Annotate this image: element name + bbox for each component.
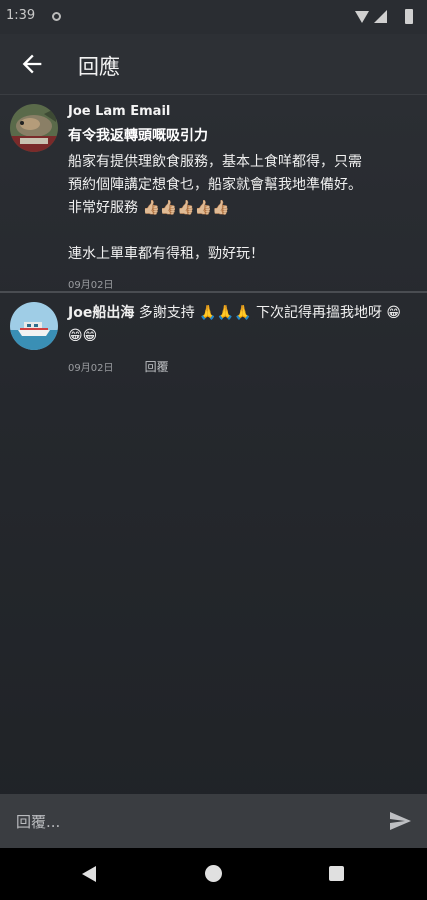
comment-meta: 09月02日 bbox=[68, 276, 413, 291]
status-time: 1:39 bbox=[6, 8, 36, 23]
avatar[interactable] bbox=[10, 104, 58, 152]
comment-body: Joe船出海 多謝支持 🙏🙏🙏 下次記得再搵我地呀 😁😁😁 09月02日 回覆 bbox=[68, 302, 413, 375]
comment-title: 有令我返轉頭嘅吸引力 bbox=[68, 128, 208, 144]
comment-body: Joe Lam Email 有令我返轉頭嘅吸引力 船家有提供理飲食服務，基本上食… bbox=[68, 104, 413, 291]
nav-back-icon[interactable] bbox=[82, 866, 96, 882]
comment-meta: 09月02日 回覆 bbox=[68, 358, 413, 375]
comment-author: Joe船出海 bbox=[68, 305, 135, 321]
avatar-boat-image bbox=[10, 302, 58, 350]
reply-button[interactable]: 回覆 bbox=[145, 358, 169, 375]
send-icon bbox=[390, 812, 411, 830]
avatar-fish-image bbox=[10, 104, 58, 152]
nav-recents-icon[interactable] bbox=[329, 866, 344, 881]
comment-text: Joe船出海 多謝支持 🙏🙏🙏 下次記得再搵我地呀 😁😁😁 bbox=[68, 302, 413, 348]
battery-icon bbox=[405, 9, 413, 24]
comment-line: 非常好服務 👍🏼👍🏼👍🏼👍🏼👍🏼 bbox=[68, 200, 230, 216]
wifi-icon bbox=[355, 11, 369, 23]
comment-author: Joe Lam Email bbox=[68, 104, 171, 119]
arrow-left-icon bbox=[22, 54, 42, 74]
avatar[interactable] bbox=[10, 302, 58, 350]
back-button[interactable] bbox=[18, 50, 46, 78]
send-button[interactable] bbox=[387, 809, 413, 833]
comment-text: 船家有提供理飲食服務，基本上食咩都得，只需 預約個陣講定想食乜，船家就會幫我地準… bbox=[68, 151, 413, 266]
signal-icon bbox=[374, 10, 387, 23]
reply-input[interactable] bbox=[14, 804, 368, 840]
comment-date: 09月02日 bbox=[68, 363, 114, 374]
comment-date: 09月02日 bbox=[68, 280, 114, 291]
status-bar: 1:39 bbox=[0, 0, 427, 34]
notification-icon bbox=[52, 12, 61, 21]
top-app-bar: 回應 bbox=[0, 34, 427, 95]
reply-bar bbox=[0, 794, 427, 848]
comment-divider bbox=[0, 291, 427, 293]
comment-line: 船家有提供理飲食服務，基本上食咩都得，只需 bbox=[68, 154, 362, 170]
comment-line: 預約個陣講定想食乜，船家就會幫我地準備好。 bbox=[68, 177, 362, 193]
page-title: 回應 bbox=[78, 55, 120, 79]
comment-line: 連水上單車都有得租，勁好玩！ bbox=[68, 246, 264, 262]
nav-home-icon[interactable] bbox=[205, 865, 222, 882]
comment-line-spacer bbox=[68, 220, 413, 243]
system-nav-bar bbox=[0, 848, 427, 900]
app-screen: 1:39 回應 Joe Lam Email 有令我返轉頭嘅吸引力 船家有提供理飲… bbox=[0, 0, 427, 900]
